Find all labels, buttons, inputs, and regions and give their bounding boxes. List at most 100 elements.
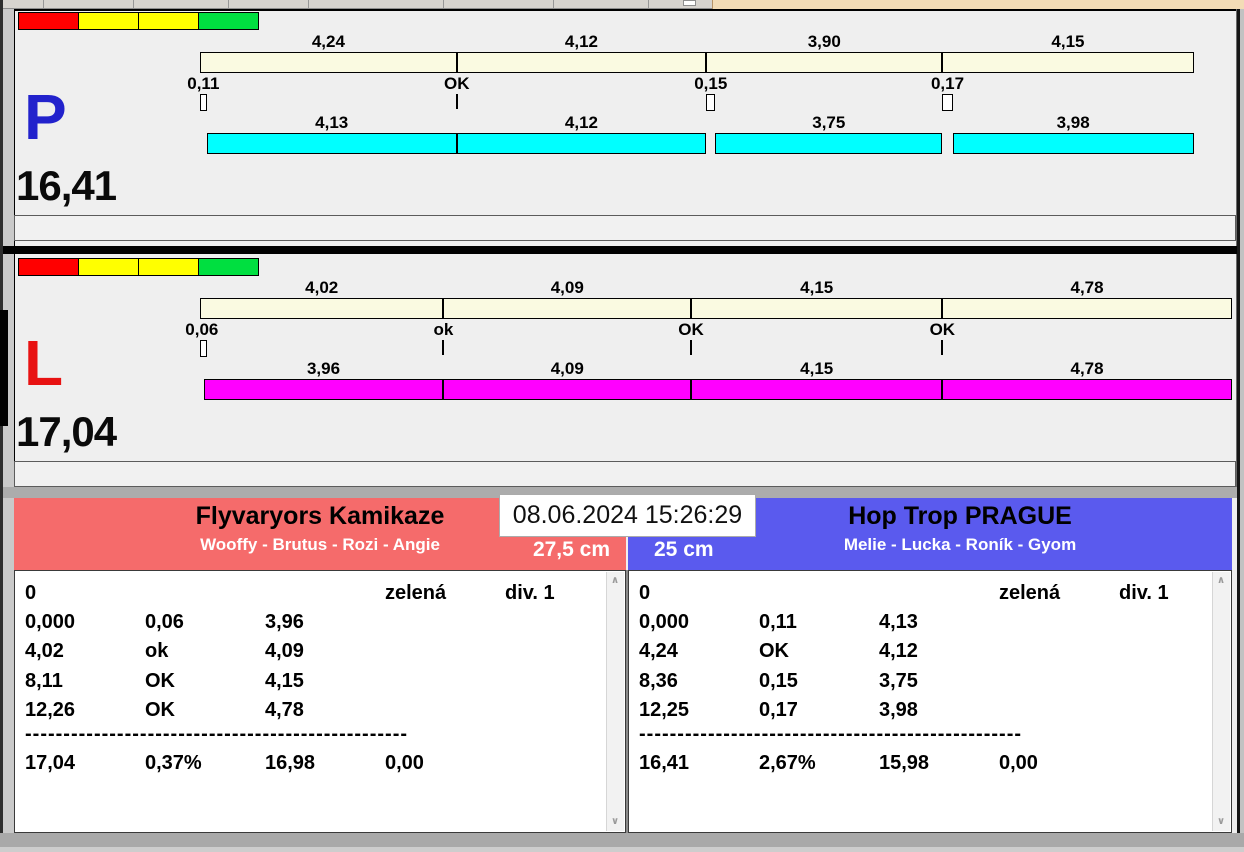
lane-divider-bar bbox=[3, 246, 1237, 254]
table-scrollbar[interactable]: ∧∨ bbox=[1212, 572, 1230, 831]
toolbar-peach-area bbox=[712, 0, 1244, 9]
jump-height-badge: 27,5 cm bbox=[533, 538, 610, 562]
clean-bar-segment bbox=[715, 133, 942, 154]
split-bar-segment bbox=[942, 298, 1231, 319]
table-cell: div. 1 bbox=[1119, 582, 1169, 604]
table-row: 16,412,67%15,980,00 bbox=[629, 752, 1211, 776]
clean-bar-segment bbox=[207, 133, 457, 154]
legend-swatch bbox=[18, 12, 79, 30]
legend-swatch bbox=[18, 258, 79, 276]
crossing-marker-line bbox=[456, 94, 458, 109]
table-cell: 3,98 bbox=[879, 699, 918, 721]
table-cell: 12,25 bbox=[639, 699, 689, 721]
crossing-label: ok bbox=[383, 321, 503, 338]
scrollbar-up-icon[interactable]: ∧ bbox=[607, 574, 623, 588]
datetime-display: 08.06.2024 15:26:29 bbox=[499, 494, 756, 537]
lane-letter: P bbox=[24, 85, 67, 149]
split-bar-segment bbox=[443, 298, 691, 319]
clean-bar-segment bbox=[204, 379, 444, 400]
table-row: ----------------------------------------… bbox=[15, 723, 605, 747]
table-cell: OK bbox=[145, 670, 175, 692]
table-cell: 4,13 bbox=[879, 611, 918, 633]
crossing-label: OK bbox=[882, 321, 1002, 338]
window-bottom-margin bbox=[0, 847, 1244, 852]
lane-total-time: 17,04 bbox=[16, 411, 116, 453]
results-table-right: 0zelenádiv. 10,0000,114,134,24OK4,128,36… bbox=[628, 570, 1232, 833]
clean-bar-segment bbox=[457, 133, 706, 154]
toolbar-strip bbox=[3, 0, 712, 9]
table-cell: 0,15 bbox=[759, 670, 798, 692]
toolbar-dropdown-notch bbox=[683, 0, 696, 6]
team-name: Hop Trop PRAGUE bbox=[688, 502, 1232, 531]
split-bar-segment bbox=[200, 298, 443, 319]
table-row: 0,0000,063,96 bbox=[15, 611, 605, 635]
legend-swatch bbox=[78, 12, 139, 30]
legend-swatch bbox=[78, 258, 139, 276]
table-cell: zelená bbox=[385, 582, 446, 604]
crossing-marker-line bbox=[442, 340, 444, 355]
clean-bar-segment bbox=[942, 379, 1231, 400]
table-cell: 4,78 bbox=[265, 699, 304, 721]
split-bar-segment bbox=[706, 52, 942, 73]
split-time-label: 3,90 bbox=[764, 33, 884, 50]
table-cell: 0,37% bbox=[145, 752, 202, 774]
toolbar-divider bbox=[648, 0, 649, 8]
table-row: 8,36 0,15 3,75 bbox=[629, 670, 1211, 694]
split-time-label: 4,15 bbox=[1008, 33, 1128, 50]
legend-swatch bbox=[198, 258, 259, 276]
scrollbar-down-icon[interactable]: ∨ bbox=[607, 815, 623, 829]
legend-swatch bbox=[198, 12, 259, 30]
toolbar-divider bbox=[553, 0, 554, 8]
clean-time-label: 3,96 bbox=[264, 360, 384, 377]
crossing-label: OK bbox=[631, 321, 751, 338]
toolbar-divider bbox=[133, 0, 134, 8]
crossing-marker-box bbox=[706, 94, 715, 111]
table-row: 8,11OK4,15 bbox=[15, 670, 605, 694]
clean-time-label: 4,78 bbox=[1027, 360, 1147, 377]
table-cell: 0,000 bbox=[25, 611, 75, 633]
split-time-label: 4,02 bbox=[262, 279, 382, 296]
clean-bar-segment bbox=[443, 379, 691, 400]
clean-time-label: 4,13 bbox=[272, 114, 392, 131]
table-cell: 4,09 bbox=[265, 640, 304, 662]
table-cell: 0,17 bbox=[759, 699, 798, 721]
dash-divider: ----------------------------------------… bbox=[639, 723, 1022, 745]
team-members: Melie - Lucka - Roník - Gyom bbox=[688, 535, 1232, 555]
table-row: 0,000 0,11 4,13 bbox=[629, 611, 1211, 635]
table-cell: 17,04 bbox=[25, 752, 75, 774]
table-cell: 0,000 bbox=[639, 611, 689, 633]
table-cell: 3,75 bbox=[879, 670, 918, 692]
crossing-marker-line bbox=[690, 340, 692, 355]
legend-swatch bbox=[138, 12, 199, 30]
dash-divider: ----------------------------------------… bbox=[25, 723, 408, 745]
crossing-label: 0,06 bbox=[142, 321, 262, 338]
table-cell: 15,98 bbox=[879, 752, 929, 774]
results-table-left: 0zelenádiv. 10,0000,063,964,02ok4,098,11… bbox=[14, 570, 626, 833]
table-scrollbar[interactable]: ∧∨ bbox=[606, 572, 624, 831]
clean-time-label: 3,75 bbox=[769, 114, 889, 131]
crossing-label: 0,15 bbox=[651, 75, 771, 92]
table-cell: OK bbox=[759, 640, 789, 662]
lane-letter: L bbox=[24, 331, 63, 395]
lane-total-time: 16,41 bbox=[16, 165, 116, 207]
table-cell: 8,36 bbox=[639, 670, 678, 692]
table-row: 17,040,37%16,980,00 bbox=[15, 752, 605, 776]
split-time-label: 4,78 bbox=[1027, 279, 1147, 296]
clean-time-label: 4,12 bbox=[521, 114, 641, 131]
lane-P: P16,414,240,114,134,12OK4,123,900,153,75… bbox=[0, 9, 1244, 246]
crossing-marker-box bbox=[200, 94, 207, 111]
scrollbar-down-icon[interactable]: ∨ bbox=[1213, 815, 1229, 829]
table-cell: 2,67% bbox=[759, 752, 816, 774]
table-cell: 0 bbox=[639, 582, 650, 604]
table-cell: OK bbox=[145, 699, 175, 721]
table-cell: ok bbox=[145, 640, 168, 662]
crossing-label: OK bbox=[397, 75, 517, 92]
toolbar-divider bbox=[228, 0, 229, 8]
table-cell: 12,26 bbox=[25, 699, 75, 721]
table-cell: 0,00 bbox=[999, 752, 1038, 774]
table-row: 12,26 OK 4,78 bbox=[15, 699, 605, 723]
table-cell: 0,11 bbox=[759, 611, 797, 633]
scrollbar-up-icon[interactable]: ∧ bbox=[1213, 574, 1229, 588]
toolbar-divider bbox=[43, 0, 44, 8]
table-cell: 0,06 bbox=[145, 611, 184, 633]
